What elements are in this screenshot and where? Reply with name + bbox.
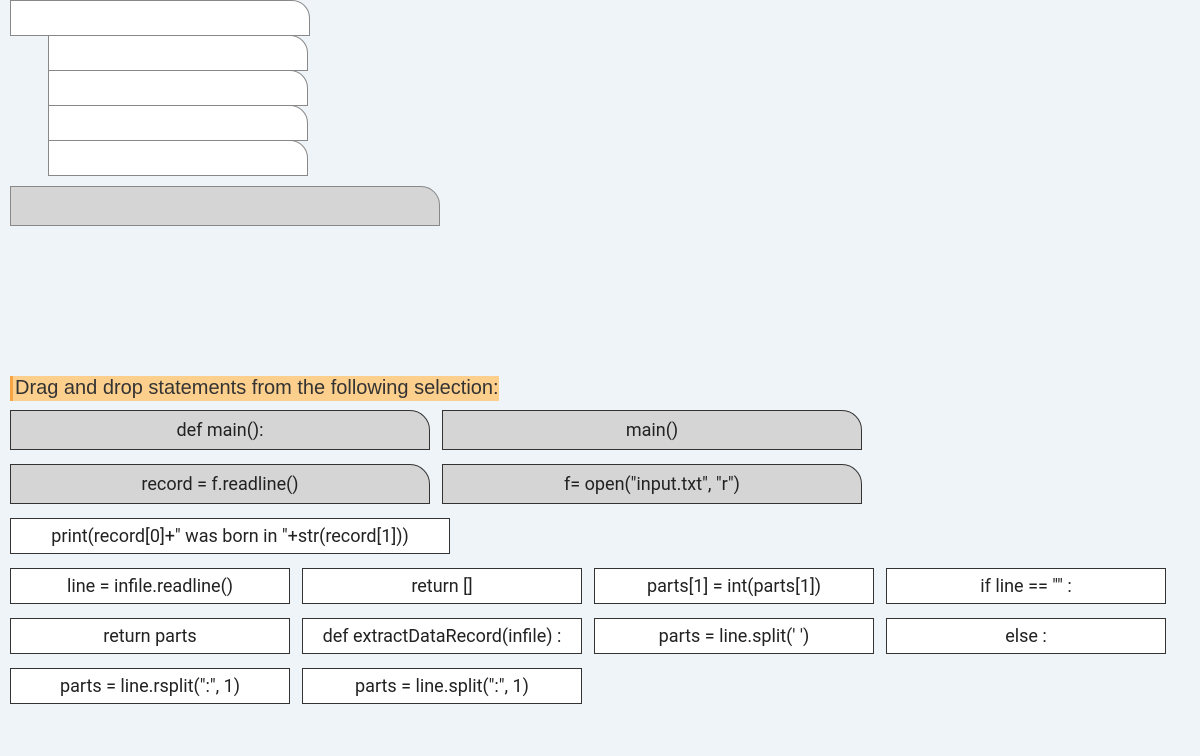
chip-label: else : xyxy=(1005,626,1047,647)
code-chip-split-space[interactable]: parts = line.split(' ') xyxy=(594,618,874,654)
chip-label: line = infile.readline() xyxy=(67,576,233,597)
chip-label: return [] xyxy=(411,576,472,597)
code-chip-record-readline[interactable]: record = f.readline() xyxy=(10,464,430,504)
code-chip-def-extract[interactable]: def extractDataRecord(infile) : xyxy=(302,618,582,654)
code-chip-line-readline[interactable]: line = infile.readline() xyxy=(10,568,290,604)
code-chip-return-empty[interactable]: return [] xyxy=(302,568,582,604)
code-chip-def-main[interactable]: def main(): xyxy=(10,410,430,450)
chip-label: parts = line.split(' ') xyxy=(659,626,810,647)
chip-label: def main(): xyxy=(176,420,263,441)
options-pool: def main(): main() record = f.readline()… xyxy=(10,410,1190,718)
chip-label: return parts xyxy=(103,626,196,647)
chip-label: def extractDataRecord(infile) : xyxy=(323,626,562,647)
chip-label: if line == "" : xyxy=(980,576,1071,597)
chip-label: parts = line.rsplit(":", 1) xyxy=(60,676,240,697)
code-chip-open-file[interactable]: f= open("input.txt", "r") xyxy=(442,464,862,504)
chip-label: parts = line.split(":", 1) xyxy=(355,676,529,697)
code-chip-return-parts[interactable]: return parts xyxy=(10,618,290,654)
code-chip-rsplit-colon[interactable]: parts = line.rsplit(":", 1) xyxy=(10,668,290,704)
drop-slot[interactable] xyxy=(48,140,308,176)
code-chip-if-line-empty[interactable]: if line == "" : xyxy=(886,568,1166,604)
code-chip-else[interactable]: else : xyxy=(886,618,1166,654)
chip-label: parts[1] = int(parts[1]) xyxy=(647,576,821,597)
code-chip-main-call[interactable]: main() xyxy=(442,410,862,450)
drop-slot[interactable] xyxy=(48,105,308,141)
drop-slot-wide[interactable] xyxy=(10,186,440,226)
chip-label: print(record[0]+" was born in "+str(reco… xyxy=(51,526,409,547)
chip-label: record = f.readline() xyxy=(141,474,298,495)
code-chip-parts1-int[interactable]: parts[1] = int(parts[1]) xyxy=(594,568,874,604)
drop-target-area xyxy=(10,0,310,176)
drop-slot[interactable] xyxy=(10,0,310,36)
drop-slot[interactable] xyxy=(48,35,308,71)
code-chip-split-colon[interactable]: parts = line.split(":", 1) xyxy=(302,668,582,704)
code-chip-print-record[interactable]: print(record[0]+" was born in "+str(reco… xyxy=(10,518,450,554)
chip-label: f= open("input.txt", "r") xyxy=(564,474,740,495)
drop-slot[interactable] xyxy=(48,70,308,106)
instruction-text: Drag and drop statements from the follow… xyxy=(10,376,499,401)
chip-label: main() xyxy=(626,420,678,441)
